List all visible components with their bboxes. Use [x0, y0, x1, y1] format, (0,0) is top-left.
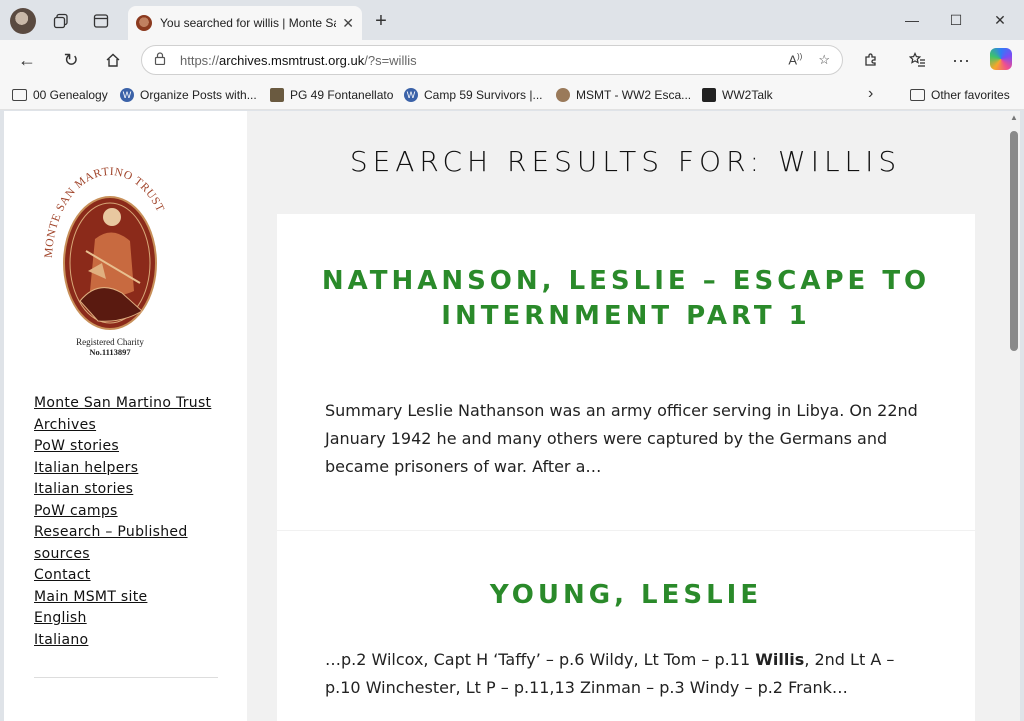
- nav-link-italian-stories[interactable]: Italian stories: [34, 479, 224, 501]
- nav-link-english[interactable]: English: [34, 608, 224, 630]
- chevron-right-icon[interactable]: ›: [868, 85, 873, 103]
- nav-link-pow-camps[interactable]: PoW camps: [34, 501, 224, 523]
- sidebar-nav: Monte San Martino Trust Archives PoW sto…: [34, 393, 224, 651]
- minimize-button[interactable]: —: [892, 8, 932, 32]
- result-excerpt: Summary Leslie Nathanson was an army off…: [325, 401, 918, 476]
- profile-avatar[interactable]: [10, 8, 36, 34]
- ww2talk-icon: [702, 88, 716, 102]
- lock-icon[interactable]: [154, 52, 166, 68]
- scrollbar-thumb[interactable]: [1010, 131, 1018, 351]
- close-window-button[interactable]: ✕: [980, 8, 1020, 32]
- other-favorites[interactable]: Other favorites: [910, 86, 1010, 104]
- bookmarks-bar: 00 Genealogy W Organize Posts with... PG …: [0, 80, 1024, 110]
- wordpress-icon: W: [404, 88, 418, 102]
- result-excerpt: …p.2 Wilcox, Capt H ‘Taffy’ – p.6 Wildy,…: [325, 650, 895, 697]
- nav-link-archives[interactable]: Monte San Martino Trust Archives: [34, 393, 224, 436]
- maximize-button[interactable]: ☐: [936, 8, 976, 32]
- new-tab-icon[interactable]: +: [368, 8, 394, 34]
- nav-link-main-site[interactable]: Main MSMT site: [34, 587, 224, 609]
- favorite-star-icon[interactable]: ☆: [818, 52, 830, 68]
- page-scrollbar[interactable]: ▲: [1008, 111, 1020, 721]
- search-result: YOUNG, LESLIE …p.2 Wilcox, Capt H ‘Taffy…: [277, 531, 975, 721]
- bookmark-item[interactable]: W Camp 59 Survivors |...: [404, 86, 543, 104]
- folder-icon: [910, 89, 925, 101]
- favorites-icon[interactable]: [902, 46, 932, 74]
- msmt-icon: [556, 88, 570, 102]
- nav-link-contact[interactable]: Contact: [34, 565, 224, 587]
- folder-icon: [12, 89, 27, 101]
- msmt-logo[interactable]: MONTE SAN MARTINO TRUST Registered Chari…: [40, 151, 180, 363]
- workspaces-icon[interactable]: [48, 8, 74, 34]
- sidebar: MONTE SAN MARTINO TRUST Registered Chari…: [4, 111, 247, 721]
- logo-line-2: No.1113897: [89, 347, 131, 357]
- image-icon: [270, 88, 284, 102]
- nav-link-italiano[interactable]: Italiano: [34, 630, 224, 652]
- nav-link-pow-stories[interactable]: PoW stories: [34, 436, 224, 458]
- tab-title: You searched for willis | Monte San Mart…: [160, 16, 336, 30]
- home-icon[interactable]: [98, 46, 128, 74]
- nav-link-research[interactable]: Research – Published sources: [34, 522, 224, 565]
- page-viewport: MONTE SAN MARTINO TRUST Registered Chari…: [4, 111, 1020, 721]
- wordpress-icon: W: [120, 88, 134, 102]
- search-result: NATHANSON, LESLIE – ESCAPE TO INTERNMENT…: [277, 214, 975, 530]
- back-icon[interactable]: ←: [12, 46, 42, 74]
- search-highlight: Willis: [755, 650, 805, 669]
- bookmark-item[interactable]: W Organize Posts with...: [120, 86, 257, 104]
- bookmark-item[interactable]: 00 Genealogy: [12, 86, 108, 104]
- bookmark-item[interactable]: WW2Talk: [702, 86, 773, 104]
- read-aloud-icon[interactable]: A)): [788, 52, 802, 67]
- nav-link-italian-helpers[interactable]: Italian helpers: [34, 458, 224, 480]
- scroll-up-icon[interactable]: ▲: [1010, 113, 1018, 122]
- bookmark-item[interactable]: MSMT - WW2 Esca...: [556, 86, 691, 104]
- result-title-link[interactable]: NATHANSON, LESLIE – ESCAPE TO INTERNMENT…: [317, 264, 935, 334]
- address-toolbar: ← ↻ https://archives.msmtrust.org.uk/?s=…: [0, 40, 1024, 80]
- tab-bar: You searched for willis | Monte San Mart…: [0, 0, 1024, 40]
- url-text: https://archives.msmtrust.org.uk/?s=will…: [180, 52, 417, 68]
- copilot-icon[interactable]: [990, 48, 1012, 70]
- main-content: SEARCH RESULTS FOR: WILLIS NATHANSON, LE…: [247, 111, 1004, 721]
- sidebar-divider: [34, 677, 218, 678]
- extensions-icon[interactable]: [856, 46, 886, 74]
- logo-line-1: Registered Charity: [76, 337, 144, 347]
- vertical-tabs-icon[interactable]: [88, 8, 114, 34]
- page-title: SEARCH RESULTS FOR: WILLIS: [349, 145, 902, 178]
- msmt-favicon-icon: [136, 15, 152, 31]
- result-title-link[interactable]: YOUNG, LESLIE: [317, 578, 935, 613]
- refresh-icon[interactable]: ↻: [56, 46, 86, 74]
- close-tab-icon[interactable]: ✕: [342, 15, 354, 32]
- active-tab[interactable]: You searched for willis | Monte San Mart…: [128, 6, 362, 40]
- more-options-icon[interactable]: ···: [946, 46, 976, 74]
- bookmark-item[interactable]: PG 49 Fontanellato: [270, 86, 393, 104]
- address-input[interactable]: https://archives.msmtrust.org.uk/?s=will…: [141, 45, 843, 75]
